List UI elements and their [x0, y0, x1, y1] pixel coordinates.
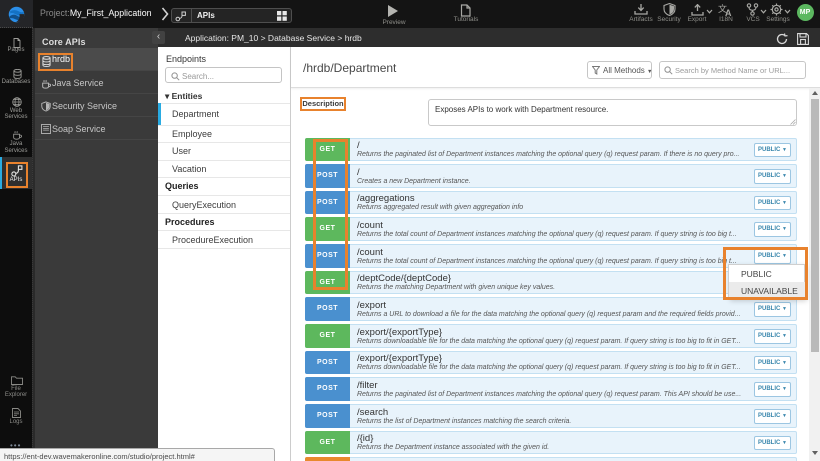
svg-text:A: A: [725, 8, 732, 16]
